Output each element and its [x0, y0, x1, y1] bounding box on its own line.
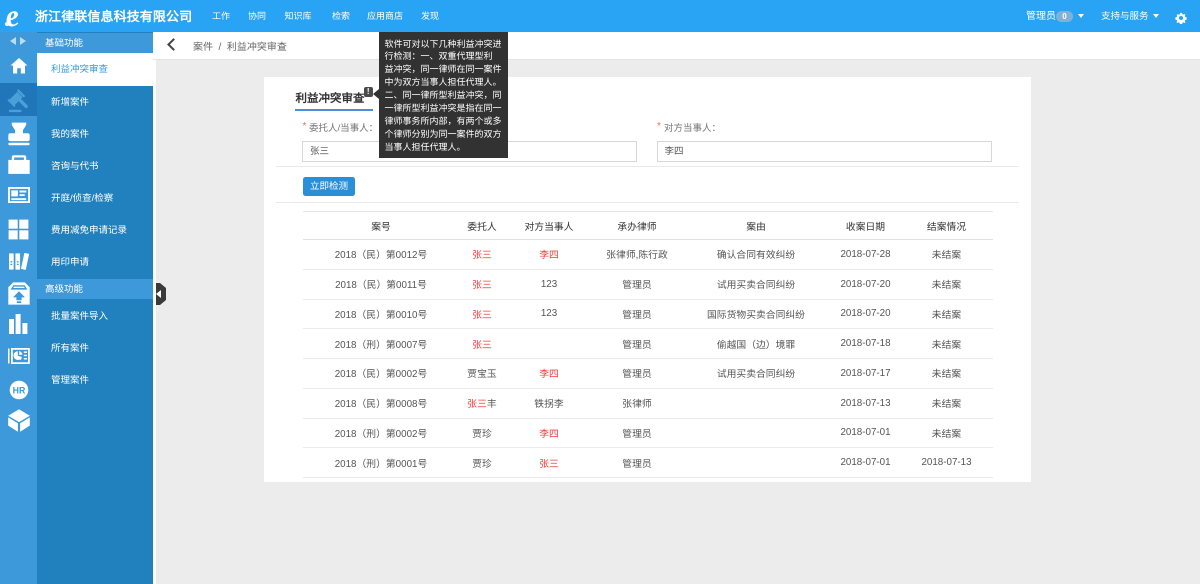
svg-text:HR: HR — [12, 385, 25, 395]
